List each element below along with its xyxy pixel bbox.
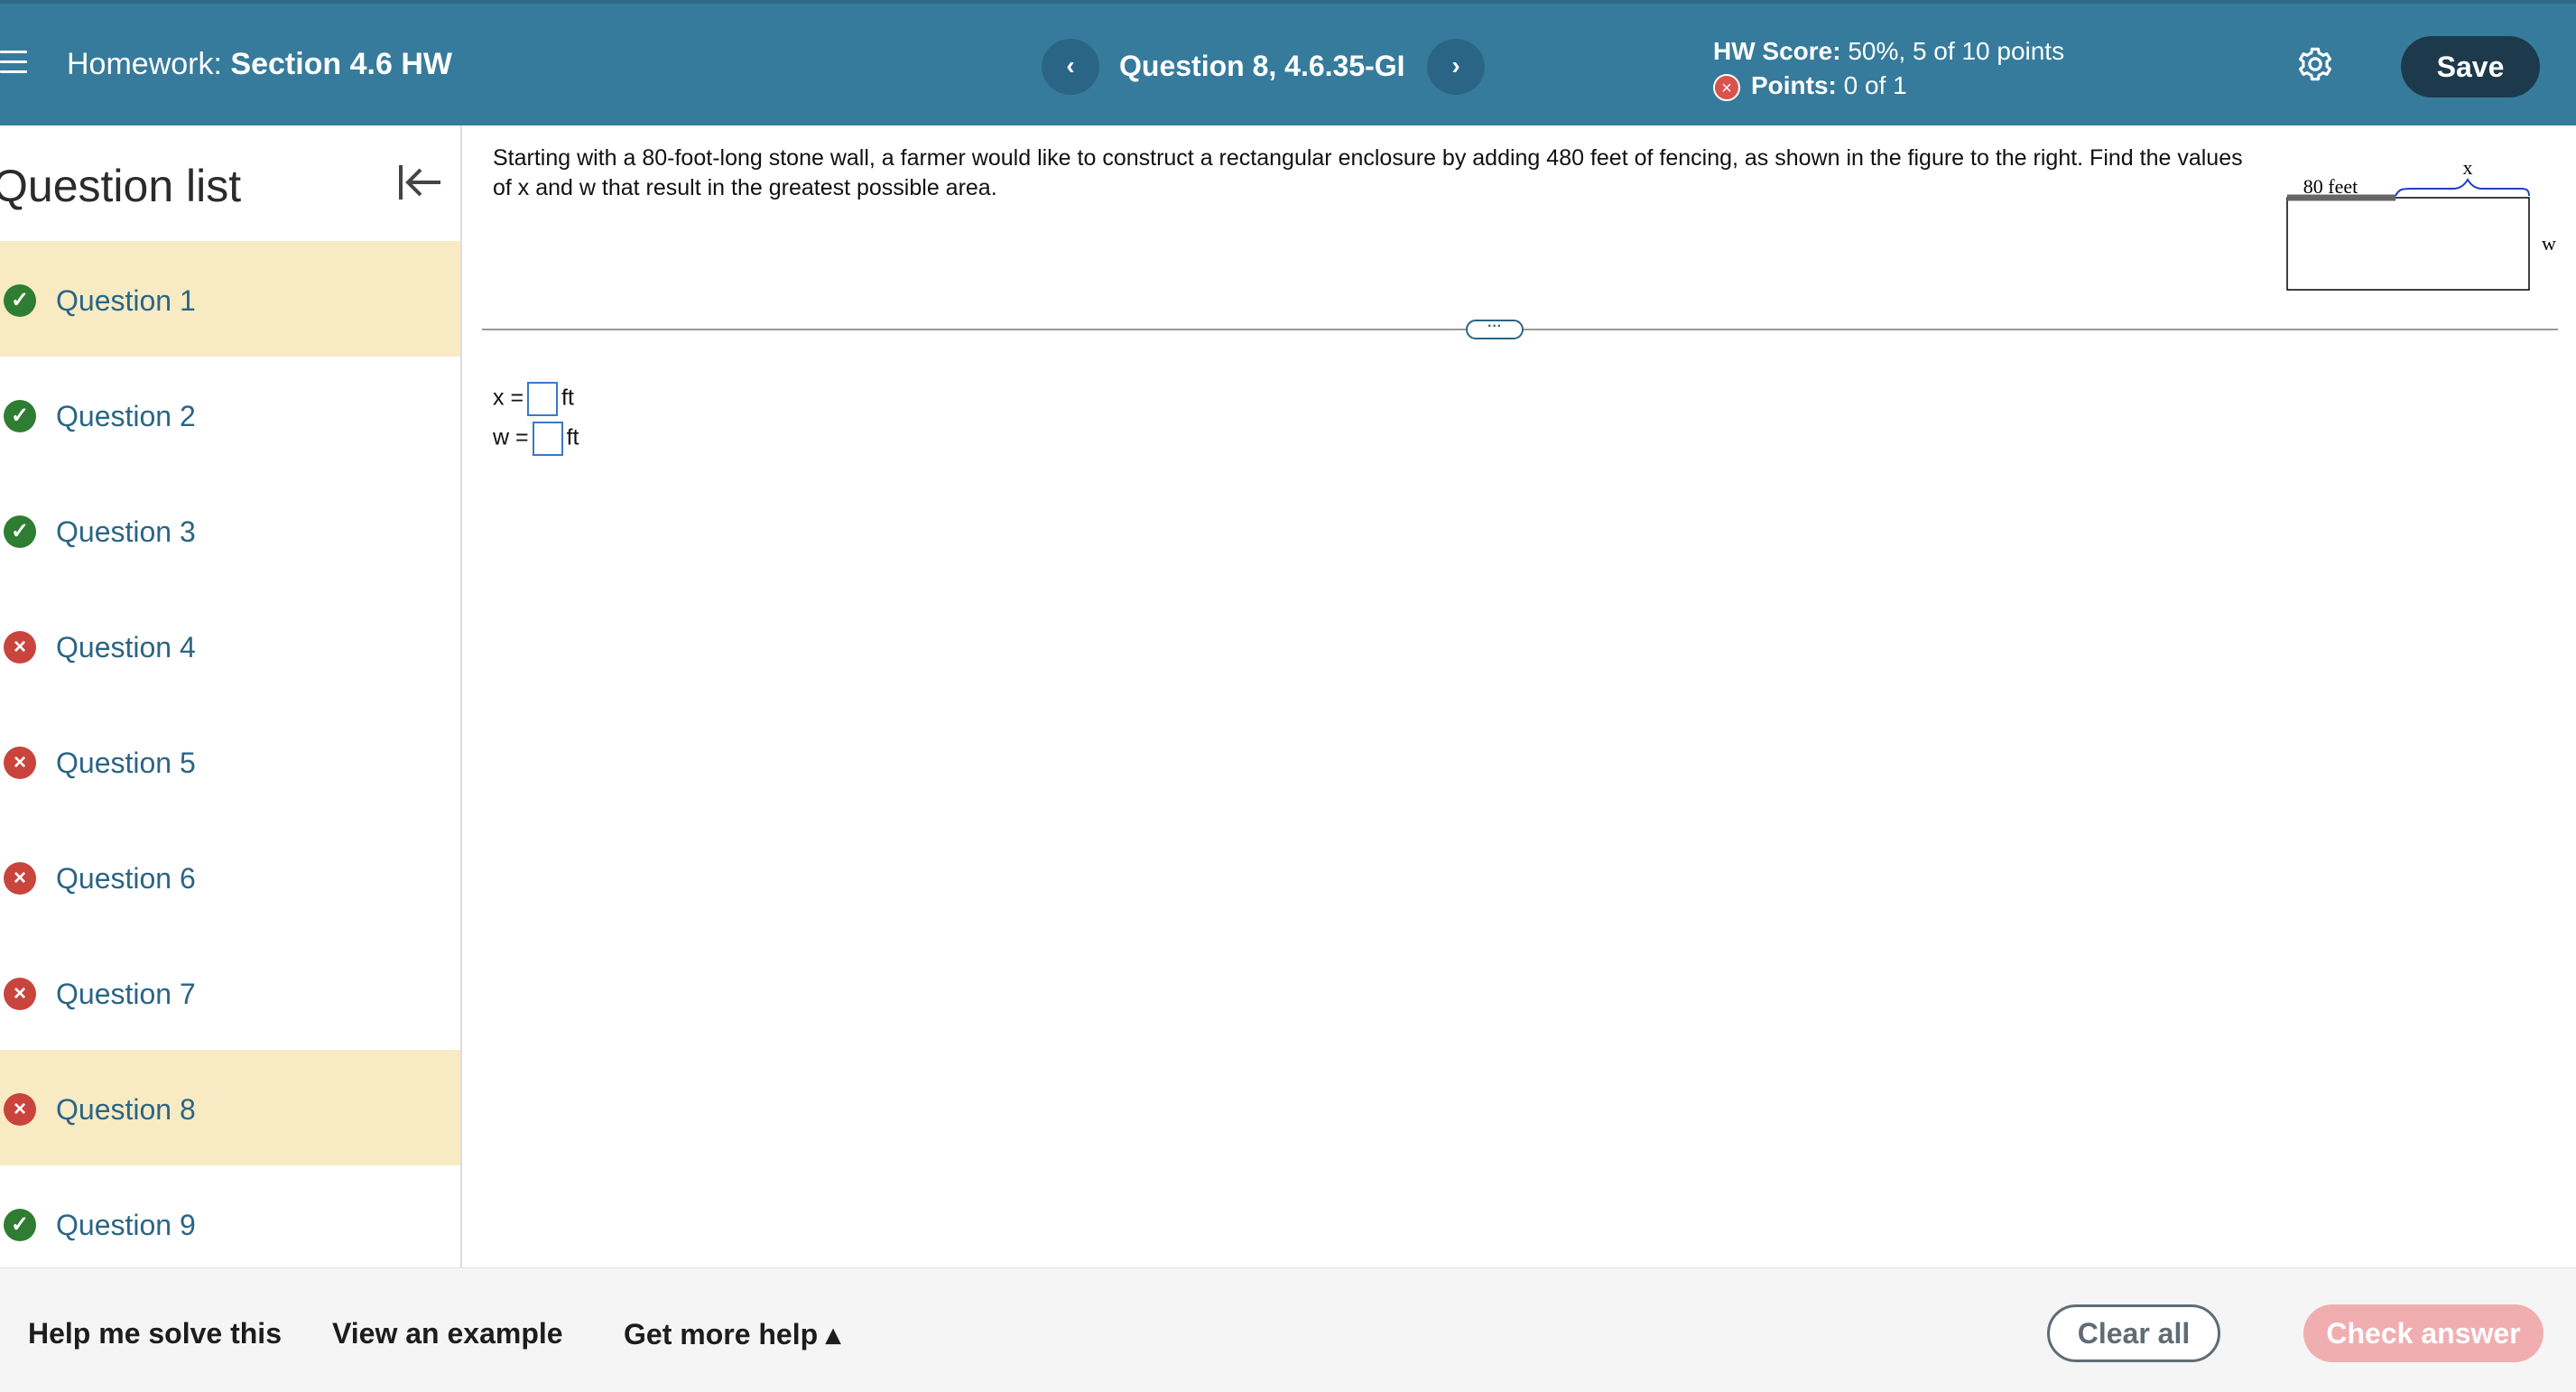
hamburger-menu-icon[interactable]	[0, 51, 27, 74]
wall-label: 80 feet	[2303, 175, 2358, 198]
question-list-item[interactable]: ✓ Question 1	[0, 241, 460, 357]
check-answer-button[interactable]: Check answer	[2303, 1304, 2544, 1362]
view-example-link[interactable]: View an example	[332, 1317, 563, 1350]
check-circle-icon: ✓	[4, 400, 36, 432]
homework-title: Homework: Section 4.6 HW	[67, 47, 452, 82]
next-question-button[interactable]: ›	[1427, 39, 1485, 95]
check-circle-icon: ✓	[4, 284, 36, 317]
homework-prefix: Homework:	[67, 47, 222, 81]
top-accent-line	[0, 0, 2576, 4]
check-circle-icon: ✓	[4, 1209, 36, 1241]
score-label: HW Score:	[1713, 37, 1841, 65]
get-more-help-link[interactable]: Get more help ▴	[624, 1317, 840, 1351]
question-list-item-label: Question 1	[56, 284, 196, 317]
question-list-item-label: Question 3	[56, 515, 196, 548]
answer-row-w: w = ft	[493, 422, 579, 456]
top-bar: Homework: Section 4.6 HW ‹ Question 8, 4…	[0, 0, 2576, 125]
question-list-item[interactable]: ✓ Question 3	[0, 472, 460, 588]
answer-unit-x: ft	[561, 385, 574, 411]
question-list-item[interactable]: × Question 8	[0, 1050, 460, 1165]
question-list-item-label: Question 7	[56, 978, 196, 1010]
answer-row-x: x = ft	[493, 382, 574, 416]
question-list-item-label: Question 8	[56, 1093, 196, 1126]
x-answer-input[interactable]	[527, 382, 559, 416]
clear-all-button[interactable]: Clear all	[2047, 1304, 2220, 1362]
score-panel: HW Score: 50%, 5 of 10 points × Points: 0…	[1713, 34, 2064, 103]
incorrect-icon: ×	[1713, 73, 1740, 101]
chevron-right-icon: ›	[1451, 51, 1460, 79]
question-area: Starting with a 80-foot-long stone wall,…	[462, 125, 2576, 1267]
homework-section: Section 4.6 HW	[230, 47, 452, 81]
x-circle-icon: ×	[4, 747, 36, 779]
help-footer: Help me solve this View an example Get m…	[0, 1267, 2576, 1392]
question-list-item-label: Question 4	[56, 631, 196, 664]
check-circle-icon: ✓	[4, 515, 36, 548]
points-value: 0 of 1	[1843, 71, 1907, 99]
question-list-item-label: Question 6	[56, 862, 196, 895]
question-list-item[interactable]: × Question 5	[0, 703, 460, 819]
question-title: Question 8, 4.6.35-GI	[1119, 50, 1405, 82]
question-list-title: Question list	[0, 160, 271, 212]
question-prompt: Starting with a 80-foot-long stone wall,…	[493, 145, 2243, 200]
question-list-item[interactable]: ✓ Question 9	[0, 1165, 460, 1281]
answer-var-w: w =	[493, 424, 529, 450]
answer-var-x: x =	[493, 385, 524, 411]
x-label: x	[2463, 156, 2473, 179]
w-answer-input[interactable]	[532, 422, 563, 456]
previous-question-button[interactable]: ‹	[1042, 39, 1099, 95]
question-list-item[interactable]: × Question 4	[0, 588, 460, 703]
chevron-left-icon: ‹	[1066, 51, 1075, 79]
points-label: Points:	[1751, 71, 1837, 99]
x-circle-icon: ×	[4, 862, 36, 895]
question-list-item-label: Question 9	[56, 1209, 196, 1241]
enclosure-rectangle	[2286, 197, 2530, 291]
resize-handle[interactable]: ···	[1466, 320, 1524, 339]
x-brace	[2395, 178, 2530, 197]
x-circle-icon: ×	[4, 978, 36, 1010]
score-value: 50%, 5 of 10 points	[1848, 37, 2065, 65]
w-label: w	[2542, 232, 2556, 255]
question-list-item[interactable]: ✓ Question 2	[0, 357, 460, 472]
question-list-title-text: Question list	[0, 161, 242, 211]
save-button[interactable]: Save	[2401, 36, 2540, 97]
x-circle-icon: ×	[4, 631, 36, 664]
question-list-item-label: Question 5	[56, 747, 196, 779]
collapse-sidebar-icon[interactable]	[397, 162, 442, 203]
enclosure-figure: 80 feet x w	[2286, 156, 2556, 291]
gear-icon[interactable]	[2296, 45, 2334, 83]
help-me-solve-link[interactable]: Help me solve this	[28, 1317, 282, 1350]
answer-unit-w: ft	[566, 424, 579, 450]
question-list-item-label: Question 2	[56, 400, 196, 432]
x-circle-icon: ×	[4, 1093, 36, 1126]
question-list-item[interactable]: × Question 7	[0, 934, 460, 1050]
question-list-item[interactable]: × Question 6	[0, 819, 460, 934]
question-list-sidebar: Question list ✓ Question 1 ✓ Question 2 ✓ Que…	[0, 125, 462, 1267]
